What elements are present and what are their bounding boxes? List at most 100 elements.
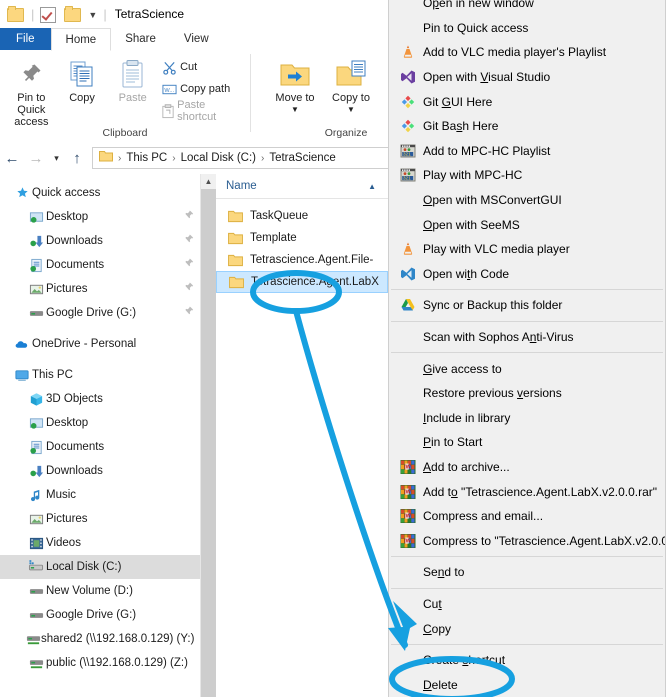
menu-item-scan-with-sophos-anti-virus[interactable]: Scan with Sophos Anti-Virus [389, 325, 665, 350]
nav-item-desktop-pc[interactable]: Desktop [0, 411, 200, 435]
qat-chevron-down-icon[interactable]: ▼ [88, 10, 97, 20]
qat-folder-icon[interactable] [7, 5, 25, 23]
menu-item-send-to[interactable]: Send to [389, 560, 665, 585]
menu-item-play-with-vlc-media-player[interactable]: Play with VLC media player [389, 237, 665, 262]
menu-item-pin-to-quick-access[interactable]: Pin to Quick access [389, 16, 665, 41]
nav-item-shared2-y[interactable]: shared2 (\\192.168.0.129) (Y:) [0, 627, 200, 651]
back-button[interactable]: ← [0, 150, 24, 167]
nav-item-downloads-pc[interactable]: Downloads [0, 459, 200, 483]
move-to-chevron-down-icon[interactable]: ▼ [291, 104, 299, 116]
vlc-cone-icon [394, 241, 421, 257]
scroll-up-chevron-icon[interactable]: ▲ [201, 174, 216, 189]
nav-label: Documents [46, 441, 105, 453]
nav-item-videos[interactable]: Videos [0, 531, 200, 555]
pin-icon[interactable] [183, 234, 194, 248]
folder-icon [228, 210, 250, 223]
tab-share[interactable]: Share [111, 28, 170, 50]
nav-item-documents-qa[interactable]: Documents [0, 253, 200, 277]
copy-to-button[interactable]: Copy to ▼ [323, 54, 379, 116]
nav-item-public-z[interactable]: public (\\192.168.0.129) (Z:) [0, 651, 200, 675]
nav-item-google-drive-qa[interactable]: Google Drive (G:) [0, 301, 200, 325]
cut-button[interactable]: Cut [158, 56, 244, 78]
menu-item-give-access-to[interactable]: Give access to [389, 356, 665, 381]
menu-item-add-to-vlc-media-player-s-playlist[interactable]: Add to VLC media player's Playlist [389, 40, 665, 65]
scrollbar-thumb[interactable] [201, 189, 216, 697]
tab-view[interactable]: View [170, 28, 223, 50]
up-button[interactable]: ↑ [65, 150, 89, 167]
column-header-name[interactable]: Name ▲ [216, 174, 388, 199]
menu-item-git-bash-here[interactable]: Git Bash Here [389, 114, 665, 139]
menu-item-open-in-new-window[interactable]: Open in new window [389, 0, 665, 16]
menu-item-label: Cut [423, 596, 442, 611]
nav-item-downloads-qa[interactable]: Downloads [0, 229, 200, 253]
menu-item-delete[interactable]: Delete [389, 672, 665, 697]
menu-item-open-with-msconvertgui[interactable]: Open with MSConvertGUI [389, 188, 665, 213]
nav-item-music[interactable]: Music [0, 483, 200, 507]
menu-item-pin-to-start[interactable]: Pin to Start [389, 430, 665, 455]
move-to-button[interactable]: Move to ▼ [267, 54, 323, 116]
file-list-pane[interactable]: Name ▲ TaskQueue Template Tetrascience.A… [216, 174, 388, 697]
table-row[interactable]: Tetrascience.Agent.File- [216, 249, 388, 271]
qat-new-folder-icon[interactable] [64, 5, 82, 23]
context-menu[interactable]: Open in new window Pin to Quick access Add… [388, 0, 666, 697]
menu-item-compress-to-tetrascience-agent-labx-v2-0[interactable]: W Compress to "Tetrascience.Agent.LabX.v2… [389, 528, 665, 553]
nav-item-pictures-pc[interactable]: Pictures [0, 507, 200, 531]
menu-item-copy[interactable]: Copy [389, 616, 665, 641]
paste-shortcut-button[interactable]: Paste shortcut [158, 99, 244, 123]
paste-button[interactable]: Paste [107, 54, 158, 104]
nav-item-pictures-qa[interactable]: Pictures [0, 277, 200, 301]
breadcrumb-local-disk[interactable]: Local Disk (C:) [178, 152, 259, 164]
menu-item-git-gui-here[interactable]: Git GUI Here [389, 89, 665, 114]
menu-item-create-shortcut[interactable]: Create shortcut [389, 648, 665, 673]
menu-item-include-in-library[interactable]: Include in library [389, 406, 665, 431]
table-row-selected[interactable]: Tetrascience.Agent.LabX [216, 271, 388, 293]
nav-item-3d-objects[interactable]: 3D Objects [0, 387, 200, 411]
copy-path-button[interactable]: W... Copy path [158, 78, 244, 100]
tab-file[interactable]: File [0, 28, 51, 50]
breadcrumb-this-pc[interactable]: This PC [123, 152, 170, 164]
nav-item-documents-pc[interactable]: Documents [0, 435, 200, 459]
nav-item-new-volume-d[interactable]: New Volume (D:) [0, 579, 200, 603]
nav-item-onedrive[interactable]: OneDrive - Personal [0, 332, 200, 356]
menu-item-compress-and-email[interactable]: W Compress and email... [389, 504, 665, 529]
copy-to-chevron-down-icon[interactable]: ▼ [347, 104, 355, 116]
nav-item-this-pc[interactable]: This PC [0, 363, 200, 387]
menu-item-restore-previous-versions[interactable]: Restore previous versions [389, 381, 665, 406]
table-row[interactable]: Template [216, 227, 388, 249]
breadcrumb-tetrascience[interactable]: TetraScience [266, 152, 338, 164]
menu-item-open-with-seems[interactable]: Open with SeeMS [389, 212, 665, 237]
menu-item-cut[interactable]: Cut [389, 592, 665, 617]
table-row[interactable]: TaskQueue [216, 205, 388, 227]
nav-item-quick-access[interactable]: Quick access [0, 181, 200, 205]
pin-icon[interactable] [183, 210, 194, 224]
folder-icon [228, 254, 250, 267]
pin-icon[interactable] [183, 258, 194, 272]
menu-item-add-to-archive[interactable]: W Add to archive... [389, 455, 665, 480]
paste-icon [120, 56, 146, 92]
navigation-scrollbar[interactable]: ▲ [201, 174, 216, 697]
menu-item-open-with-visual-studio[interactable]: Open with Visual Studio [389, 65, 665, 90]
qat-properties-checkbox-icon[interactable] [40, 5, 58, 23]
menu-item-label: Compress to "Tetrascience.Agent.LabX.v2.… [423, 533, 665, 548]
nav-item-local-disk-c[interactable]: Local Disk (C:) [0, 555, 200, 579]
nav-item-desktop-qa[interactable]: Desktop [0, 205, 200, 229]
copy-button[interactable]: Copy [57, 54, 108, 104]
recent-locations-chevron-down-icon[interactable]: ▾ [48, 153, 65, 164]
menu-item-sync-or-backup-this-folder[interactable]: Sync or Backup this folder [389, 293, 665, 318]
copy-label: Copy [69, 92, 95, 104]
menu-separator [391, 587, 663, 589]
pin-icon[interactable] [183, 306, 194, 320]
navigation-pane[interactable]: Quick access Desktop Downloads Documents… [0, 174, 200, 697]
nav-item-google-drive-g[interactable]: Google Drive (G:) [0, 603, 200, 627]
forward-button[interactable]: → [24, 150, 48, 167]
tab-home[interactable]: Home [50, 28, 112, 51]
pin-to-quick-access-button[interactable]: Pin to Quick access [6, 54, 57, 128]
nav-label: Downloads [46, 465, 103, 477]
menu-item-add-to-mpc-hc-playlist[interactable]: 321 Add to MPC-HC Playlist [389, 139, 665, 164]
menu-item-add-to-tetrascience-agent-labx-v2-0-0-ra[interactable]: W Add to "Tetrascience.Agent.LabX.v2.0.0.… [389, 479, 665, 504]
nav-label: Pictures [46, 513, 88, 525]
menu-item-open-with-code[interactable]: Open with Code [389, 262, 665, 287]
menu-separator [391, 556, 663, 558]
menu-item-play-with-mpc-hc[interactable]: 321 Play with MPC-HC [389, 163, 665, 188]
pin-icon[interactable] [183, 282, 194, 296]
